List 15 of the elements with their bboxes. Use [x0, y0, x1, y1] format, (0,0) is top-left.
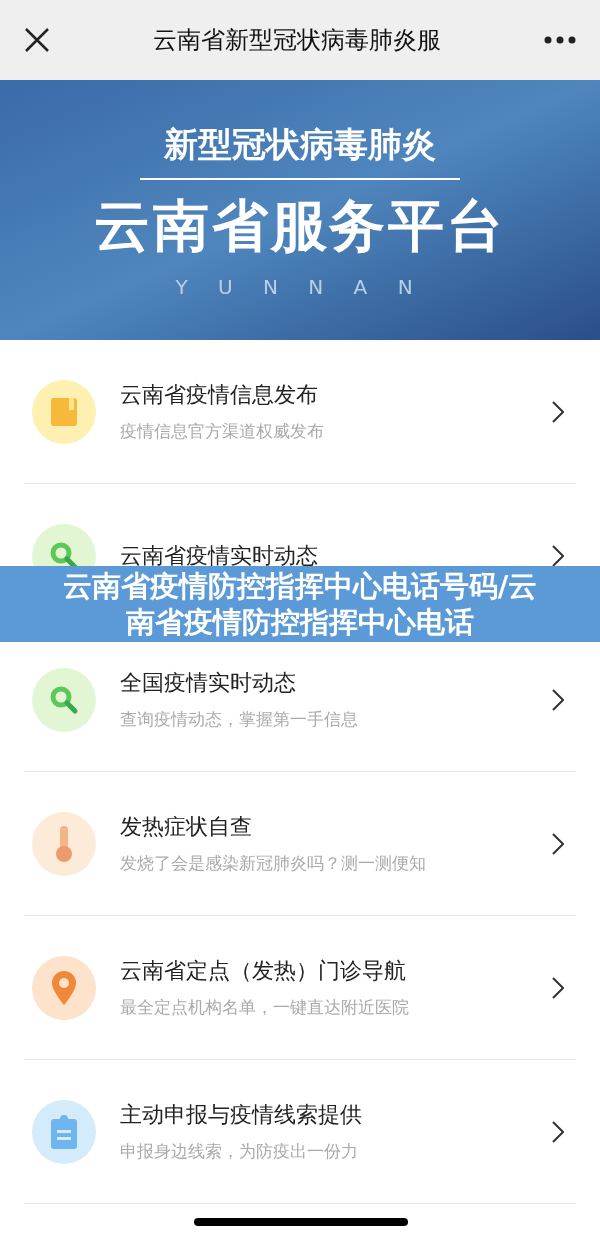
page-title: 云南省新型冠状病毒肺炎服: [152, 25, 442, 56]
item-subtitle: 最全定点机构名单，一键直达附近医院: [120, 996, 410, 1020]
banner-subtitle: 新型冠状病毒肺炎: [140, 118, 460, 180]
item-subtitle: 疫情信息官方渠道权威发布: [120, 420, 325, 444]
item-subtitle: 查询疫情动态，掌握第一手信息: [120, 708, 359, 732]
item-title: 发热症状自查: [120, 813, 253, 842]
item-title: 云南省疫情实时动态: [120, 542, 319, 570]
item-title: 云南省疫情信息发布: [120, 381, 319, 410]
banner-title: 云南省服务平台: [94, 191, 506, 260]
item-title: 主动申报与疫情线索提供: [120, 1101, 363, 1130]
item-subtitle: 申报身边线索，为防疫出一份力: [120, 1140, 359, 1164]
banner-caption: Y U N N A N: [175, 273, 425, 301]
item-title: 云南省定点（发热）门诊导航: [120, 957, 407, 986]
item-subtitle: 发烧了会是感染新冠肺炎吗？测一测便知: [120, 852, 427, 876]
item-title: 全国疫情实时动态: [120, 669, 297, 698]
